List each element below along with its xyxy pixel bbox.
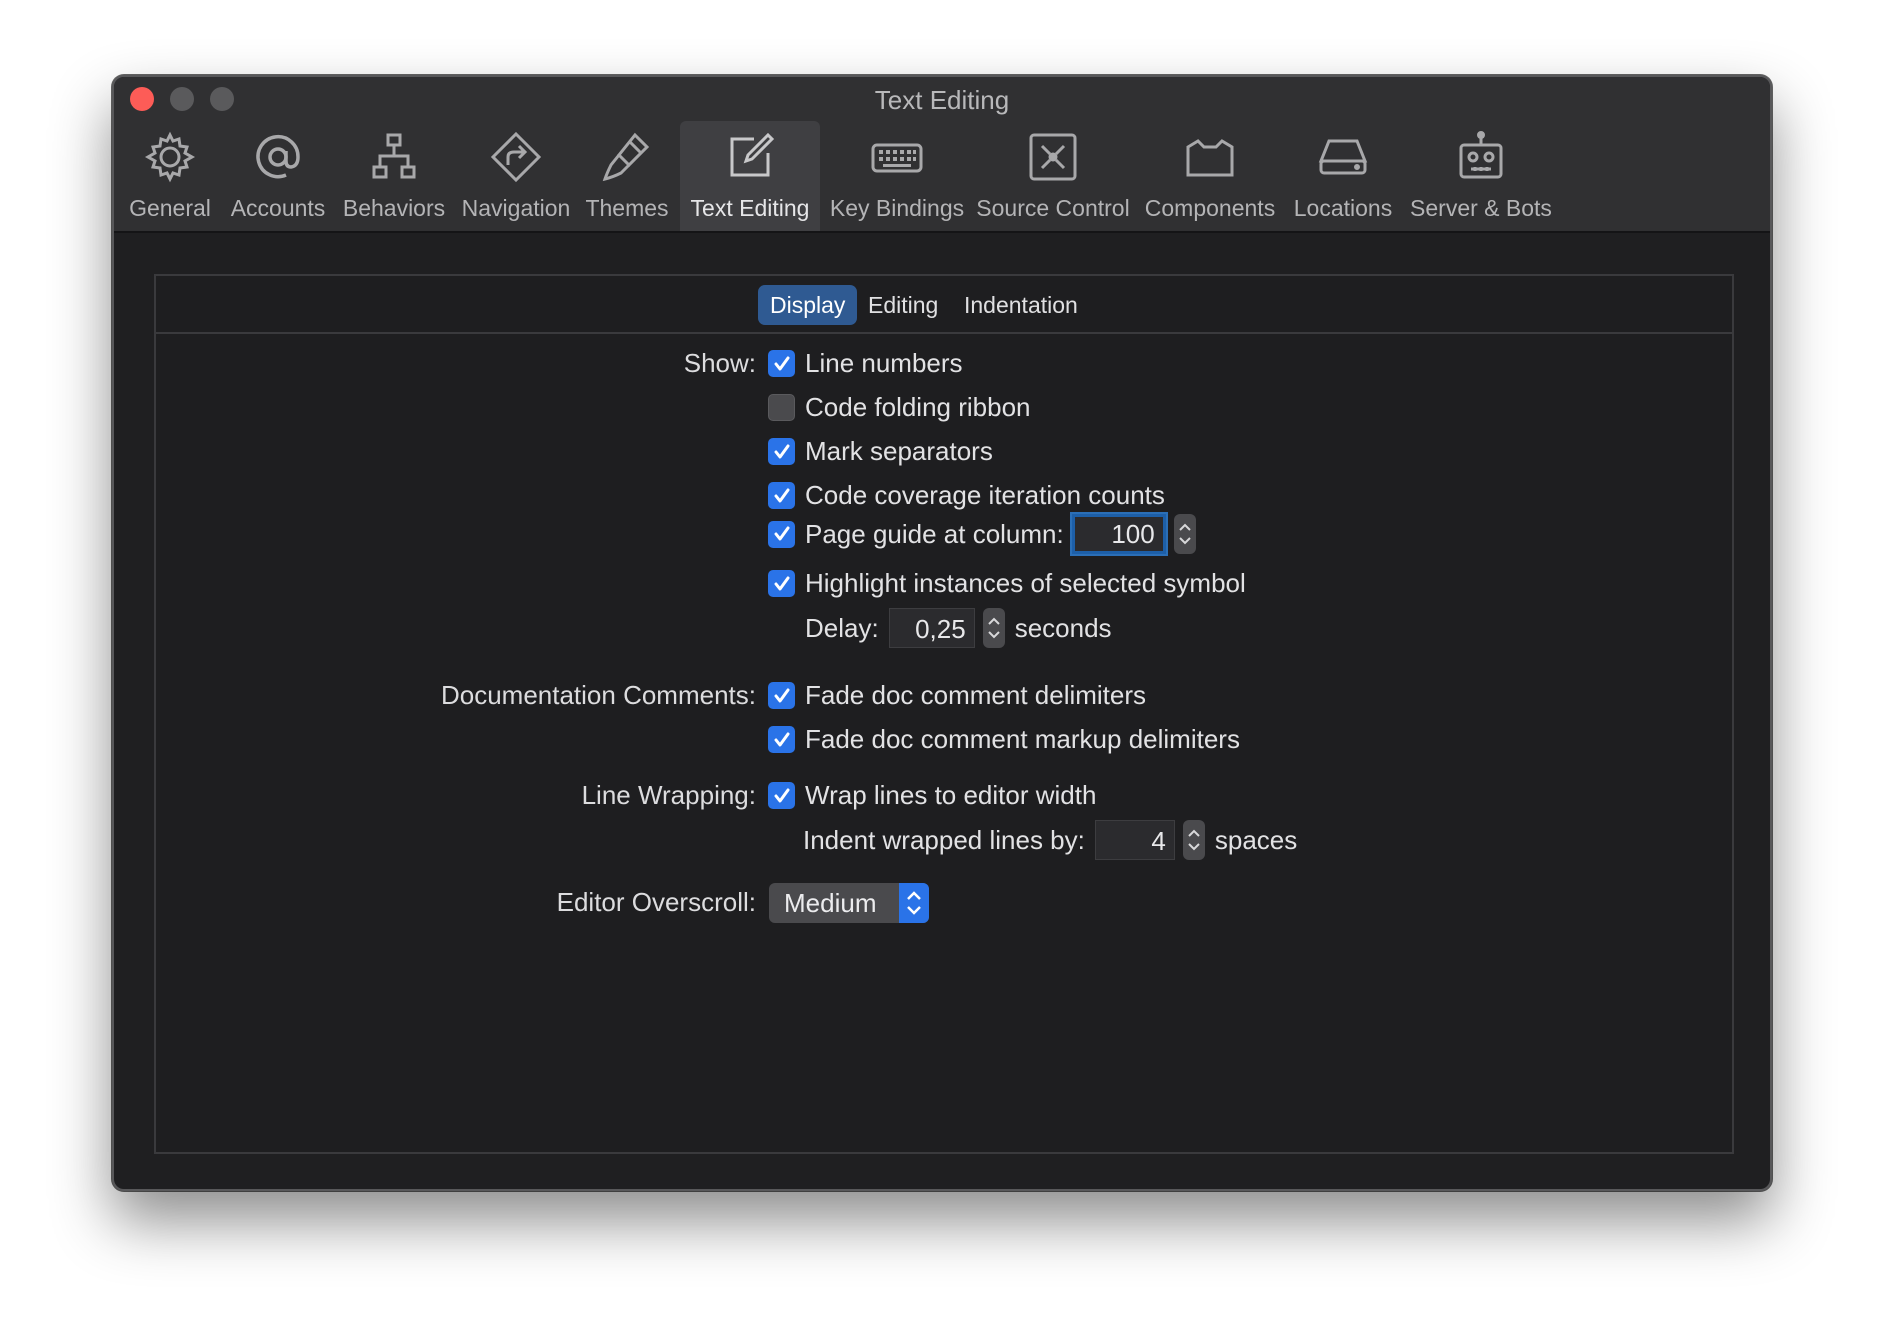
indent-wrapped-row: Indent wrapped lines by: 4 spaces [803, 820, 1297, 860]
show-label: Show: [683, 348, 756, 378]
tab-editing[interactable]: Editing [856, 285, 950, 325]
at-sign-icon [256, 134, 300, 179]
doc-comments-label: Documentation Comments: [440, 680, 756, 710]
overscroll-label: Editor Overscroll: [556, 887, 756, 917]
page-guide-row: Page guide at column: 100 [768, 514, 1196, 554]
toolbar-item-label: Themes [585, 195, 669, 221]
mark-separators-checkbox[interactable] [768, 438, 795, 465]
wrap-row: Wrap lines to editor width [768, 780, 1096, 811]
mark-separators-label: Mark separators [805, 436, 993, 466]
fade-markup-checkbox[interactable] [768, 726, 795, 753]
delay-unit: seconds [1014, 612, 1112, 643]
hierarchy-icon [372, 133, 416, 179]
navigation-diamond-icon [490, 131, 542, 183]
paintbrush-icon [602, 132, 650, 182]
keyboard-icon [871, 143, 923, 173]
line-numbers-label: Line numbers [805, 348, 963, 378]
line-wrapping-label: Line Wrapping: [581, 780, 756, 810]
toolbar-item-key-bindings[interactable]: Key Bindings [828, 121, 966, 231]
page-guide-checkbox[interactable] [768, 520, 795, 548]
toolbar-item-text-editing[interactable]: Text Editing [680, 121, 820, 231]
toolbar-item-label: Components [1144, 195, 1276, 221]
window-title: Text Editing [874, 85, 1010, 115]
toolbar-item-label: Key Bindings [829, 195, 965, 221]
wrap-checkbox[interactable] [768, 782, 795, 809]
indent-wrapped-label: Indent wrapped lines by: [803, 824, 1085, 855]
indent-wrapped-unit: spaces [1214, 824, 1298, 855]
toolbar-item-source-control[interactable]: Source Control [974, 121, 1132, 231]
toolbar-item-behaviors[interactable]: Behaviors [338, 121, 450, 231]
toolbar-item-general[interactable]: General [122, 121, 218, 231]
mark-separators-row: Mark separators [768, 436, 993, 467]
indent-wrapped-field[interactable]: 4 [1094, 820, 1175, 860]
fade-delims-label: Fade doc comment delimiters [805, 680, 1147, 710]
code-folding-label: Code folding ribbon [805, 392, 1031, 422]
toolbar-item-themes[interactable]: Themes [582, 121, 672, 231]
delay-label: Delay: [805, 612, 879, 643]
wrap-label: Wrap lines to editor width [805, 780, 1097, 810]
drive-icon [1318, 139, 1368, 175]
page-guide-column-field[interactable]: 100 [1071, 514, 1166, 554]
code-coverage-checkbox[interactable] [768, 482, 795, 509]
indent-wrapped-stepper[interactable] [1182, 820, 1205, 860]
fade-delims-row: Fade doc comment delimiters [768, 680, 1146, 711]
toolbar-item-label: Accounts [230, 195, 326, 221]
delay-stepper[interactable] [982, 608, 1005, 648]
toolbar-item-server-bots[interactable]: Server & Bots [1406, 121, 1556, 231]
toolbar-item-components[interactable]: Components [1140, 121, 1280, 231]
code-folding-checkbox[interactable] [768, 394, 795, 421]
text-editing-panel: Display Editing Indentation Show: Line n… [154, 274, 1734, 1154]
delay-field[interactable]: 0,25 [888, 608, 975, 648]
components-box-icon [1186, 139, 1234, 177]
source-control-icon [1029, 133, 1077, 181]
toolbar-item-locations[interactable]: Locations [1288, 121, 1398, 231]
code-folding-row: Code folding ribbon [768, 392, 1031, 423]
code-coverage-label: Code coverage iteration counts [805, 480, 1165, 510]
preferences-toolbar: General Accounts Behaviors Navigation Th… [114, 121, 1770, 231]
gear-icon [144, 131, 196, 183]
toolbar-item-label: Source Control [976, 195, 1130, 221]
toolbar-item-navigation[interactable]: Navigation [458, 121, 574, 231]
line-numbers-checkbox[interactable] [768, 350, 795, 377]
overscroll-popup[interactable]: Medium [769, 883, 929, 923]
page-guide-label: Page guide at column: [805, 518, 1064, 549]
fade-markup-label: Fade doc comment markup delimiters [805, 724, 1240, 754]
highlight-label: Highlight instances of selected symbol [805, 568, 1246, 598]
titlebar: Text Editing General Accounts Behaviors … [114, 77, 1770, 233]
segmented-control: Display Editing Indentation [156, 276, 1732, 334]
tab-indentation[interactable]: Indentation [952, 285, 1090, 325]
toolbar-item-label: General [129, 195, 211, 221]
highlight-checkbox[interactable] [768, 570, 795, 597]
line-numbers-row: Line numbers [768, 348, 963, 379]
toolbar-item-label: Text Editing [690, 195, 810, 221]
toolbar-item-label: Behaviors [342, 195, 446, 221]
fade-delims-checkbox[interactable] [768, 682, 795, 709]
edit-pencil-icon [730, 132, 775, 177]
robot-icon [1459, 131, 1503, 179]
highlight-row: Highlight instances of selected symbol [768, 568, 1246, 599]
delay-row: Delay: 0,25 seconds [805, 608, 1112, 648]
preferences-window: Text Editing General Accounts Behaviors … [112, 75, 1772, 1191]
tab-display[interactable]: Display [758, 285, 858, 325]
toolbar-item-label: Server & Bots [1410, 195, 1552, 221]
overscroll-value: Medium [784, 888, 877, 918]
chevron-updown-icon [899, 883, 929, 923]
code-coverage-row: Code coverage iteration counts [768, 480, 1165, 511]
fade-markup-row: Fade doc comment markup delimiters [768, 724, 1240, 755]
toolbar-item-accounts[interactable]: Accounts [226, 121, 330, 231]
toolbar-item-label: Locations [1293, 195, 1393, 221]
toolbar-item-label: Navigation [461, 195, 571, 221]
page-guide-stepper[interactable] [1173, 514, 1196, 554]
